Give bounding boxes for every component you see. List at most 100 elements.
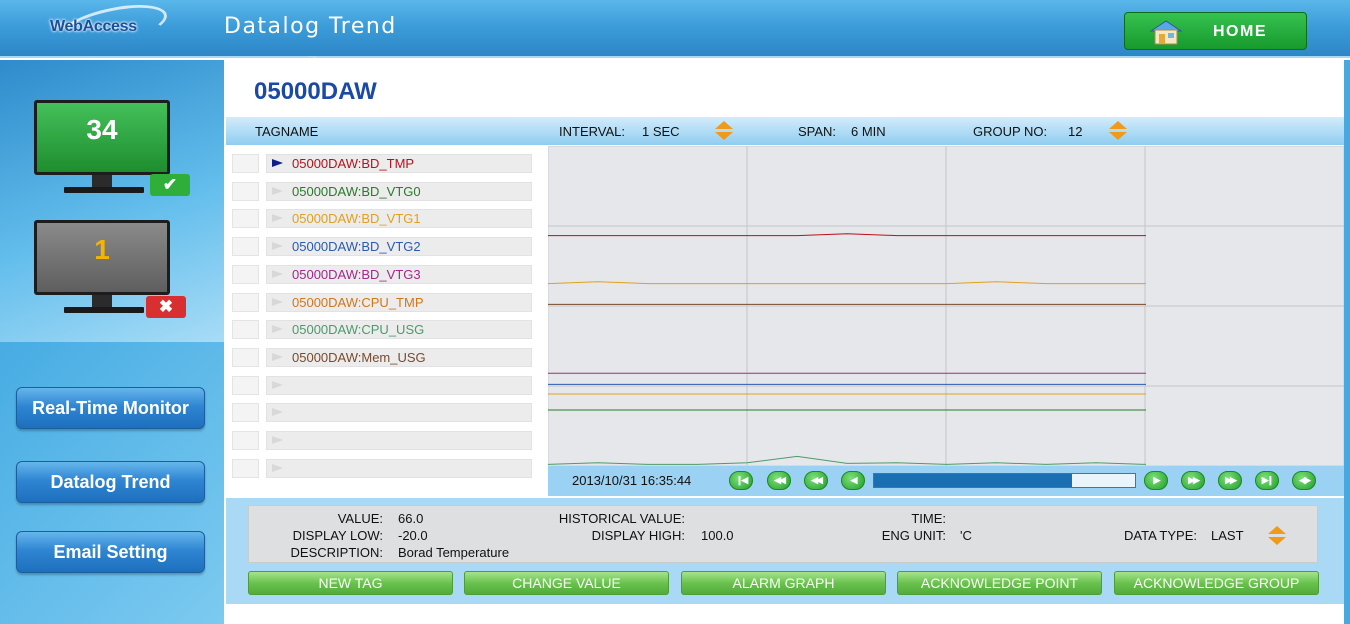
tag-name: 05000DAW:Mem_USG	[292, 350, 426, 365]
datalog-trend-button[interactable]: Datalog Trend	[16, 461, 205, 503]
tag-checkbox[interactable]	[232, 320, 259, 339]
tag-name: 05000DAW:BD_VTG0	[292, 184, 421, 199]
span-value: 6 MIN	[851, 124, 886, 139]
span-label: SPAN:	[798, 124, 837, 139]
tag-row: 05000DAW:BD_VTG3	[230, 263, 534, 285]
tag-name: 05000DAW:CPU_TMP	[292, 295, 424, 310]
tag-row	[230, 374, 534, 396]
play-arrow-icon	[272, 436, 283, 444]
description-label: DESCRIPTION:	[290, 545, 383, 560]
tagname-header: TAGNAME	[255, 124, 319, 139]
tag-checkbox[interactable]	[232, 293, 259, 312]
house-icon	[1149, 20, 1183, 45]
playback-timestamp: 2013/10/31 16:35:44	[572, 473, 692, 488]
tag-name: 05000DAW:BD_VTG1	[292, 211, 421, 226]
tag-checkbox[interactable]	[232, 182, 259, 201]
interval-value: 1 SEC	[642, 124, 680, 139]
display-low-label: DISPLAY LOW:	[292, 528, 383, 543]
tag-field[interactable]: 05000DAW:BD_VTG3	[266, 265, 532, 284]
interval-spinner-icon[interactable]	[715, 121, 733, 141]
tag-list: 05000DAW:BD_TMP 05000DAW:BD_VTG0 05000DAW:…	[230, 152, 534, 484]
data-type-label: DATA TYPE:	[1124, 528, 1197, 543]
data-type-spinner-icon[interactable]	[1268, 526, 1286, 546]
email-setting-button[interactable]: Email Setting	[16, 531, 205, 573]
eng-unit-label: ENG UNIT:	[881, 528, 946, 543]
acknowledge-group-button[interactable]: ACKNOWLEDGE GROUP	[1114, 571, 1319, 595]
tag-checkbox[interactable]	[232, 431, 259, 450]
app-title-reflection: Datalog Trend	[224, 55, 397, 68]
tag-row: 05000DAW:CPU_TMP	[230, 291, 534, 313]
tag-checkbox[interactable]	[232, 376, 259, 395]
play-arrow-icon	[272, 298, 283, 306]
eng-unit-field: 'C	[960, 528, 972, 543]
tag-name: 05000DAW:CPU_USG	[292, 322, 425, 337]
fast-rewind-icon[interactable]: ◀◀	[767, 471, 791, 490]
value-field: 66.0	[398, 511, 424, 526]
play-arrow-icon	[272, 270, 283, 278]
tag-checkbox[interactable]	[232, 154, 259, 173]
value-label: VALUE:	[337, 511, 383, 526]
change-value-button[interactable]: CHANGE VALUE	[464, 571, 669, 595]
display-low-field: -20.0	[398, 528, 428, 543]
interval-label: INTERVAL:	[559, 124, 625, 139]
pause-left-icon[interactable]: ❙◀	[729, 471, 753, 490]
playback-progress-bar[interactable]	[873, 473, 1136, 488]
play-arrow-icon	[272, 325, 283, 333]
tag-field[interactable]: 05000DAW:BD_VTG2	[266, 237, 532, 256]
forward-icon[interactable]: ▶▶	[1181, 471, 1205, 490]
tag-name: 05000DAW:BD_VTG2	[292, 239, 421, 254]
pause-right-icon[interactable]: ▶❙	[1255, 471, 1279, 490]
tag-field[interactable]: 05000DAW:Mem_USG	[266, 348, 532, 367]
tag-row: 05000DAW:BD_VTG2	[230, 235, 534, 257]
rewind-icon[interactable]: ◀◀	[804, 471, 828, 490]
description-field: Borad Temperature	[398, 545, 510, 560]
tag-field[interactable]	[266, 459, 532, 478]
tag-row: 05000DAW:BD_VTG1	[230, 207, 534, 229]
tag-row	[230, 457, 534, 479]
play-arrow-icon	[272, 381, 283, 389]
tag-field[interactable]: 05000DAW:CPU_USG	[266, 320, 532, 339]
right-edge	[1344, 60, 1350, 624]
historical-value-label: HISTORICAL VALUE:	[558, 511, 685, 526]
sidebar: 34 ✔ 1 ✖ Real-Time Monitor Datalog Trend…	[0, 60, 224, 624]
new-tag-button[interactable]: NEW TAG	[248, 571, 453, 595]
tag-field[interactable]	[266, 403, 532, 422]
home-button[interactable]: HOME	[1124, 12, 1307, 50]
play-arrow-icon	[272, 187, 283, 195]
tag-checkbox[interactable]	[232, 403, 259, 422]
playback-progress-fill	[874, 474, 1073, 487]
step-forward-icon[interactable]: ▶	[1144, 471, 1168, 490]
tag-checkbox[interactable]	[232, 265, 259, 284]
page-title: 05000DAW	[254, 78, 377, 105]
tag-field[interactable]: 05000DAW:BD_VTG1	[266, 209, 532, 228]
fast-forward-icon[interactable]: ▶▶	[1218, 471, 1242, 490]
real-time-monitor-button[interactable]: Real-Time Monitor	[16, 387, 205, 429]
webaccess-logo: WebAccess	[50, 18, 137, 35]
play-both-icon[interactable]: ◀▶	[1292, 471, 1316, 490]
tag-checkbox[interactable]	[232, 459, 259, 478]
tag-row	[230, 429, 534, 451]
time-label: TIME:	[911, 511, 946, 526]
tag-name: 05000DAW:BD_TMP	[292, 156, 415, 171]
play-arrow-icon	[272, 214, 283, 222]
play-arrow-icon	[272, 353, 283, 361]
group-spinner-icon[interactable]	[1109, 121, 1127, 141]
playback-bar: 2013/10/31 16:35:44 ❙◀ ◀◀ ◀◀ ◀ ▶ ▶▶ ▶▶ ▶…	[548, 466, 1344, 496]
play-arrow-icon	[272, 464, 283, 472]
tag-field[interactable]	[266, 376, 532, 395]
tag-field[interactable]: 05000DAW:BD_TMP	[266, 154, 532, 173]
tag-checkbox[interactable]	[232, 237, 259, 256]
x-icon: ✖	[146, 296, 186, 318]
tag-field[interactable]: 05000DAW:CPU_TMP	[266, 293, 532, 312]
tag-field[interactable]: 05000DAW:BD_VTG0	[266, 182, 532, 201]
tag-checkbox[interactable]	[232, 209, 259, 228]
app-title: Datalog Trend	[224, 14, 397, 39]
tag-checkbox[interactable]	[232, 348, 259, 367]
alarm-graph-button[interactable]: ALARM GRAPH	[681, 571, 886, 595]
tag-field[interactable]	[266, 431, 532, 450]
online-count: 34	[86, 114, 118, 145]
play-arrow-icon	[272, 159, 283, 167]
acknowledge-point-button[interactable]: ACKNOWLEDGE POINT	[897, 571, 1102, 595]
column-header: TAGNAME INTERVAL: 1 SEC SPAN: 6 MIN GROU…	[226, 117, 1344, 145]
step-back-icon[interactable]: ◀	[841, 471, 865, 490]
